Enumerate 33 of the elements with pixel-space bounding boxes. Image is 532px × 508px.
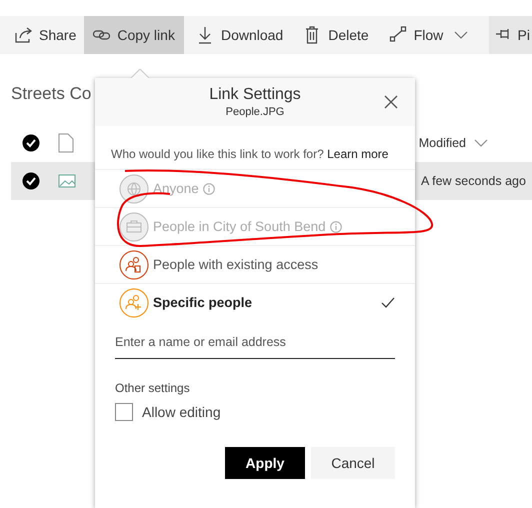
people-add-icon (119, 288, 149, 318)
dialog-title: Link Settings (209, 86, 301, 104)
link-option[interactable]: Specific people (95, 284, 415, 321)
column-header[interactable]: Modified (418, 136, 466, 150)
check-circle-icon[interactable] (22, 134, 40, 152)
link-option: People in City of South Bend (95, 208, 415, 246)
briefcase-icon (119, 212, 149, 242)
toolbar-button[interactable]: Copy link (84, 16, 184, 54)
toolbar-button[interactable]: Delete (291, 16, 377, 54)
people-icon (119, 250, 149, 280)
toolbar-button[interactable]: Pi (488, 16, 532, 54)
question-text: Who would you like this link to work for? Learn more (110, 146, 390, 163)
file-name: People.JPG (226, 106, 284, 118)
toolbar-button[interactable]: Share (2, 16, 84, 54)
document-icon (58, 133, 74, 153)
check-circle-icon[interactable] (22, 172, 40, 190)
learn-more-link[interactable]: Learn more (327, 147, 388, 161)
chevron-down-icon[interactable] (474, 138, 488, 148)
globe-icon (119, 174, 149, 204)
link-option[interactable]: People with existing access (95, 246, 415, 284)
image-icon (58, 173, 76, 189)
toolbar-button[interactable]: Flow (376, 16, 476, 54)
allow-editing-checkbox[interactable]: Allow editing (115, 403, 221, 421)
table-cell: A few seconds ago (421, 174, 527, 188)
apply-button[interactable]: Apply (225, 447, 305, 479)
checkmark-icon (381, 296, 395, 308)
toolbar-button[interactable]: Download (184, 16, 292, 54)
link-option: Anyone (95, 170, 415, 208)
cancel-button[interactable]: Cancel (311, 447, 395, 479)
close-icon[interactable] (384, 95, 398, 109)
share-icon (14, 25, 32, 45)
section-label: Other settings (114, 380, 191, 395)
library-title: Streets Co (11, 84, 92, 105)
